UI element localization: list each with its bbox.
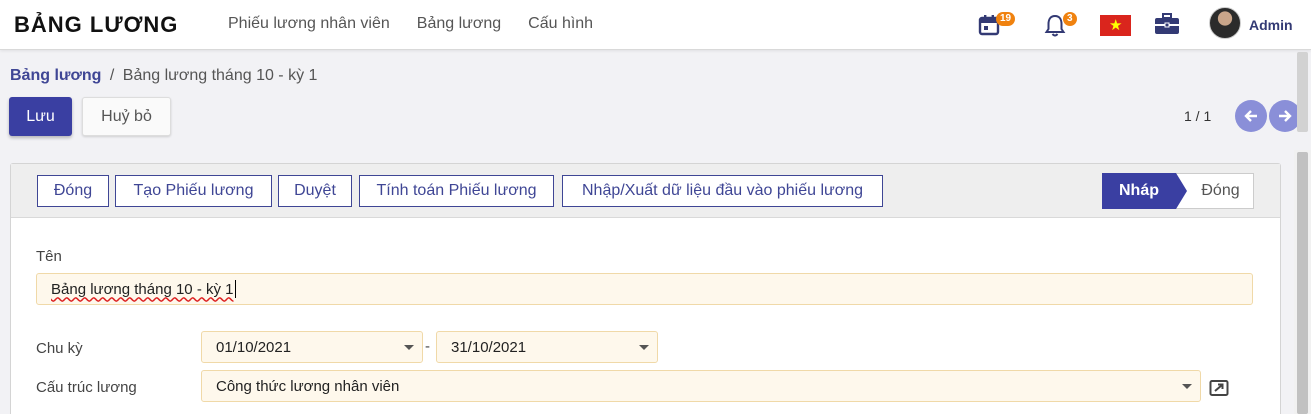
breadcrumb-parent-link[interactable]: Bảng lương — [10, 67, 101, 84]
form-statusbar: Đóng Tạo Phiếu lương Duyệt Tính toán Phi… — [11, 164, 1280, 218]
structure-label: Cấu trúc lương — [36, 379, 137, 396]
language-flag-button[interactable]: ★ — [1100, 15, 1131, 36]
pager-previous-button[interactable] — [1235, 100, 1267, 132]
breadcrumb: Bảng lương / Bảng lương tháng 10 - kỳ 1 — [10, 67, 317, 85]
period-label: Chu kỳ — [36, 340, 83, 357]
chevron-down-icon — [1182, 384, 1192, 389]
main-menu: Phiếu lương nhân viên Bảng lương Cấu hìn… — [228, 15, 593, 33]
name-label: Tên — [36, 248, 62, 265]
text-cursor — [234, 280, 236, 298]
name-input-value: Bảng lương tháng 10 - kỳ 1 — [51, 280, 234, 298]
notification-count-badge: 3 — [1063, 12, 1077, 26]
date-range-separator: - — [425, 338, 430, 355]
close-payroll-button[interactable]: Đóng — [37, 175, 109, 207]
calendar-button[interactable]: 19 — [976, 12, 1016, 40]
arrow-right-icon — [1279, 110, 1292, 122]
app-brand: BẢNG LƯƠNG — [14, 12, 179, 37]
chevron-down-icon — [639, 345, 649, 350]
star-icon: ★ — [1109, 17, 1123, 34]
create-payslips-button[interactable]: Tạo Phiếu lương — [115, 175, 272, 207]
user-name[interactable]: Admin — [1249, 17, 1293, 33]
breadcrumb-current: Bảng lương tháng 10 - kỳ 1 — [122, 67, 318, 84]
menu-item-payroll[interactable]: Bảng lương — [417, 15, 501, 33]
menu-item-settings[interactable]: Cấu hình — [528, 15, 593, 33]
scrollbar-thumb[interactable] — [1297, 152, 1308, 414]
breadcrumb-separator: / — [109, 67, 115, 84]
save-button[interactable]: Lưu — [9, 97, 72, 136]
chevron-down-icon — [404, 345, 414, 350]
stage-arrow — [1176, 173, 1187, 209]
import-export-input-button[interactable]: Nhập/Xuất dữ liệu đầu vào phiếu lương — [562, 175, 883, 207]
stage-draft[interactable]: Nháp — [1102, 173, 1176, 209]
salary-structure-value: Công thức lương nhân viên — [216, 377, 400, 395]
calendar-count-badge: 19 — [996, 12, 1016, 26]
briefcase-icon[interactable] — [1154, 12, 1180, 36]
date-to-value: 31/10/2021 — [451, 338, 527, 356]
user-avatar[interactable] — [1209, 7, 1241, 39]
top-scrollbar-thumb[interactable] — [1297, 52, 1308, 132]
compute-payslips-button[interactable]: Tính toán Phiếu lương — [359, 175, 554, 207]
arrow-left-icon — [1244, 110, 1257, 122]
discard-button[interactable]: Huỷ bỏ — [82, 97, 171, 136]
date-from-input[interactable]: 01/10/2021 — [201, 331, 423, 363]
date-from-value: 01/10/2021 — [216, 338, 292, 356]
top-navbar: BẢNG LƯƠNG Phiếu lương nhân viên Bảng lư… — [0, 0, 1311, 50]
salary-structure-select[interactable]: Công thức lương nhân viên — [201, 370, 1201, 402]
pager-value: 1 / 1 — [1184, 108, 1212, 124]
stage-closed[interactable]: Đóng — [1176, 173, 1254, 209]
name-input[interactable]: Bảng lương tháng 10 - kỳ 1 — [36, 273, 1253, 305]
menu-item-payslips[interactable]: Phiếu lương nhân viên — [228, 15, 390, 33]
external-link-icon[interactable] — [1209, 379, 1229, 397]
date-to-input[interactable]: 31/10/2021 — [436, 331, 658, 363]
approve-button[interactable]: Duyệt — [278, 175, 352, 207]
notification-button[interactable]: 3 — [1043, 12, 1083, 40]
